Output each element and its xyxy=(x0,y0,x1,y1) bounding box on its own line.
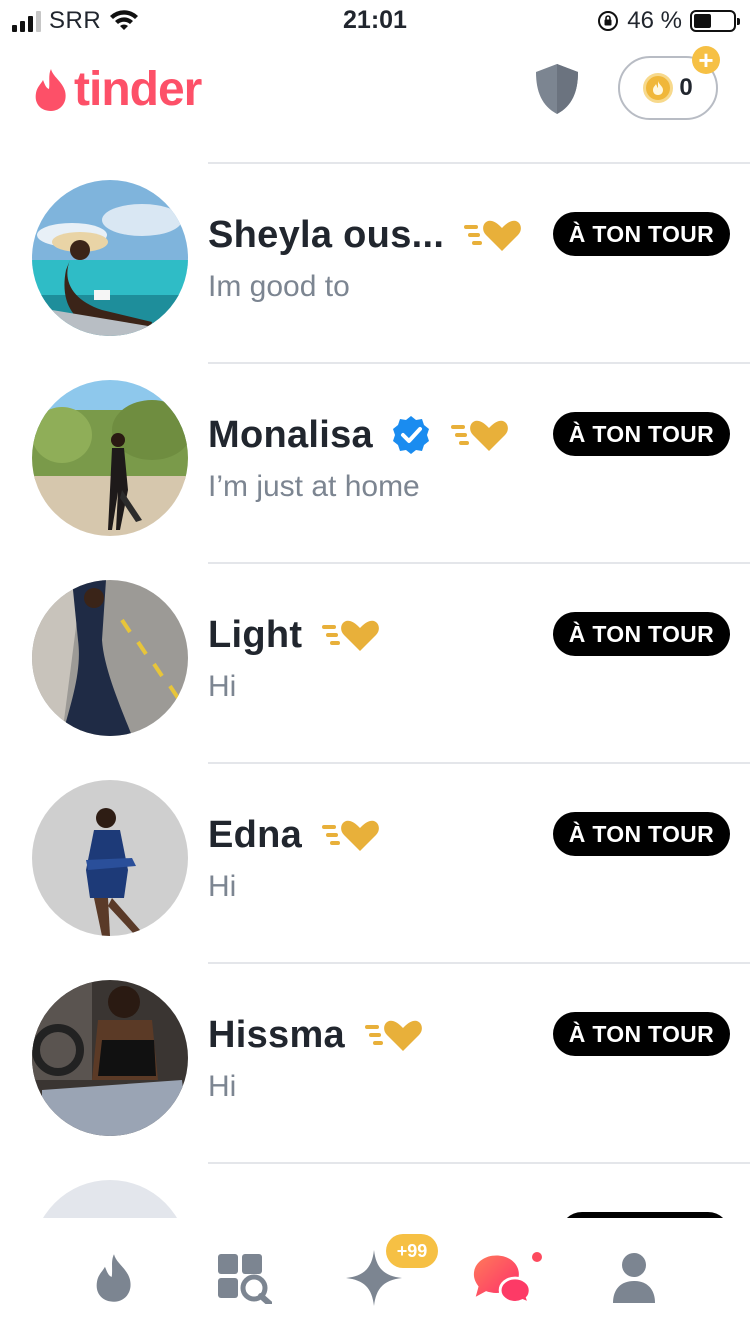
nav-swipe[interactable] xyxy=(84,1248,144,1308)
likes-count-badge: +99 xyxy=(386,1234,438,1268)
messages-icon xyxy=(473,1255,532,1306)
add-coins-icon[interactable]: + xyxy=(692,46,720,74)
bottom-nav: +99 xyxy=(0,1218,750,1334)
avatar[interactable] xyxy=(32,380,188,536)
name-line: Light xyxy=(208,612,380,658)
flame-logo-icon xyxy=(35,68,66,111)
super-like-heart-icon xyxy=(464,220,522,251)
flame-icon xyxy=(96,1254,131,1302)
your-turn-badge: À TON TOUR xyxy=(552,412,730,456)
match-name: Edna xyxy=(208,813,303,856)
last-message: Im good to xyxy=(208,270,350,303)
super-like-heart-icon xyxy=(322,620,380,651)
app-header: tinder 0 + xyxy=(0,42,750,142)
status-bar: SRR 21:01 46 % xyxy=(0,0,750,42)
avatar[interactable] xyxy=(32,980,188,1136)
conversation-row[interactable]: Sheyla ous... Im good to À TON TOUR xyxy=(0,162,750,362)
battery-percent: 46 % xyxy=(627,7,682,34)
name-line: Edna xyxy=(208,812,380,858)
super-like-heart-icon xyxy=(322,820,379,851)
row-divider xyxy=(208,762,750,764)
name-line: Monalisa xyxy=(208,412,509,458)
battery-fill xyxy=(694,14,712,28)
avatar[interactable] xyxy=(32,1180,188,1218)
avatar[interactable] xyxy=(32,580,188,736)
status-right: 46 % xyxy=(597,6,740,36)
coin-count: 0 xyxy=(679,74,693,101)
last-message: Hi xyxy=(208,1070,237,1103)
avatar[interactable] xyxy=(32,180,188,336)
match-name: Light xyxy=(208,613,303,656)
super-like-heart-icon xyxy=(365,1020,422,1051)
conversation-row[interactable]: Hissma Hi À TON TOUR xyxy=(0,962,750,1162)
conversation-row[interactable]: Monalisa I’m just at home À TON TOUR xyxy=(0,362,750,562)
your-turn-badge: À TON TOUR xyxy=(552,212,730,256)
your-turn-badge: À TON TOUR xyxy=(552,612,730,656)
row-divider xyxy=(208,562,750,564)
conversation-row[interactable]: Edna Hi À TON TOUR xyxy=(0,762,750,962)
conversation-row[interactable]: Light Hi À TON TOUR xyxy=(0,562,750,762)
row-divider xyxy=(208,962,750,964)
nav-profile[interactable] xyxy=(604,1248,664,1308)
verified-badge-icon xyxy=(393,416,429,454)
nav-messages[interactable] xyxy=(472,1248,532,1308)
super-like-coin-button[interactable]: 0 + xyxy=(618,46,720,120)
row-divider xyxy=(208,362,750,364)
row-divider xyxy=(208,162,750,164)
row-divider xyxy=(208,1162,750,1164)
battery-icon xyxy=(690,10,740,32)
name-line: Hissma xyxy=(208,1012,423,1058)
tinder-logo[interactable]: tinder xyxy=(32,62,202,117)
match-name: Hissma xyxy=(208,1013,345,1056)
logo-text: tinder xyxy=(74,63,202,116)
new-message-dot xyxy=(532,1252,542,1262)
nav-explore[interactable] xyxy=(214,1248,274,1308)
conversation-list[interactable]: Sheyla ous... Im good to À TON TOUR Mona… xyxy=(0,162,750,1218)
name-line: Sheyla ous... xyxy=(208,212,522,258)
avatar[interactable] xyxy=(32,780,188,936)
rotation-lock-icon xyxy=(598,11,619,31)
your-turn-badge: À TON TOUR xyxy=(552,812,730,856)
profile-icon xyxy=(613,1253,655,1303)
safety-shield-icon[interactable] xyxy=(532,62,582,116)
explore-icon xyxy=(218,1254,272,1304)
last-message: I’m just at home xyxy=(208,470,420,503)
match-name: Sheyla ous... xyxy=(208,213,445,256)
conversation-row[interactable] xyxy=(0,1162,750,1218)
your-turn-badge: À TON TOUR xyxy=(552,1012,730,1056)
last-message: Hi xyxy=(208,670,237,703)
super-like-heart-icon xyxy=(451,420,508,451)
match-name: Monalisa xyxy=(208,413,373,456)
coin-icon xyxy=(643,73,674,103)
last-message: Hi xyxy=(208,870,237,903)
